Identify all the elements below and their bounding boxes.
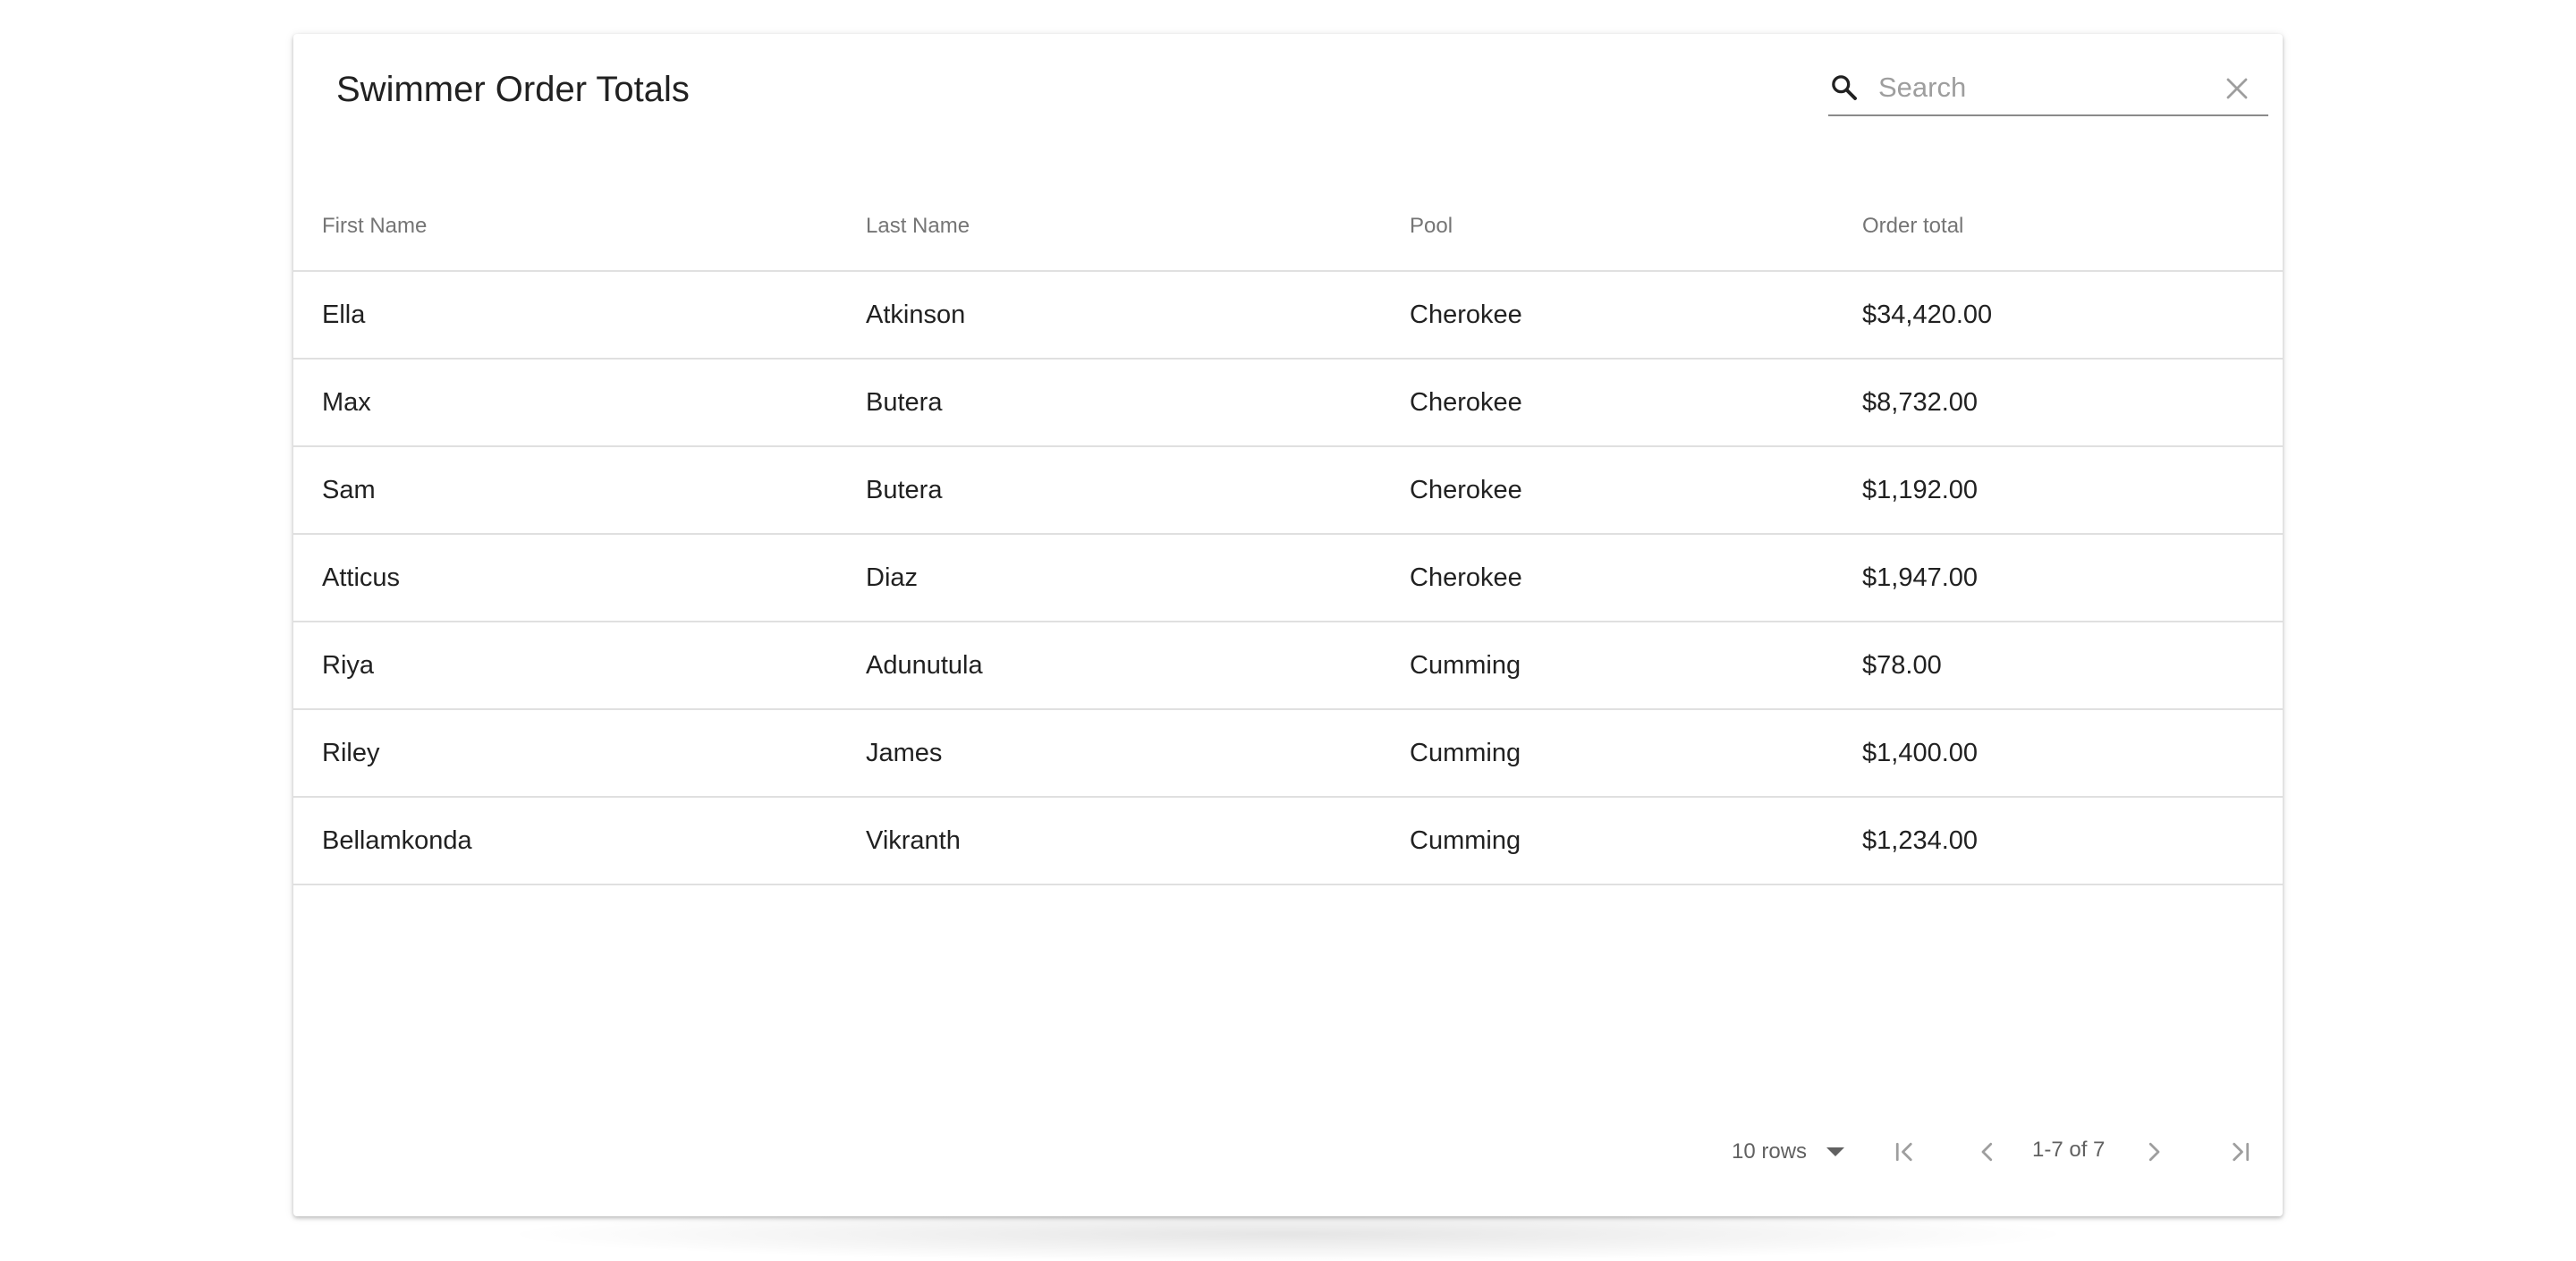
pool-cell: Cherokee [1381, 359, 1834, 447]
first-page-icon[interactable] [1887, 1134, 1923, 1170]
table-row[interactable]: Riley James Cumming $1,400.00 [293, 709, 2283, 798]
search-input[interactable] [1878, 68, 2200, 107]
pool-cell: Cherokee [1381, 271, 1834, 360]
last-name-cell: Atkinson [837, 271, 1381, 360]
rows-per-page-label: 10 rows [1732, 1139, 1808, 1164]
last-name-cell: Adunutula [837, 622, 1381, 710]
search-icon[interactable] [1828, 72, 1860, 104]
swimmer-table: First Name Last Name Pool Order total El… [293, 182, 2283, 885]
table-row[interactable]: Max Butera Cherokee $8,732.00 [293, 359, 2283, 447]
order-total-cell: $1,192.00 [1834, 446, 2283, 535]
chevron-down-icon [1826, 1147, 1845, 1156]
last-name-cell: Vikranth [837, 797, 1381, 885]
rows-per-page-select[interactable]: 10 rows [1732, 1136, 1845, 1168]
order-total-cell: $1,947.00 [1834, 534, 2283, 622]
first-name-cell: Atticus [293, 534, 837, 622]
first-name-cell: Sam [293, 446, 837, 535]
column-header-order-total[interactable]: Order total [1834, 182, 2283, 272]
last-name-cell: Butera [837, 446, 1381, 535]
order-total-cell: $78.00 [1834, 622, 2283, 710]
table-row[interactable]: Ella Atkinson Cherokee $34,420.00 [293, 271, 2283, 360]
column-header-first-name[interactable]: First Name [293, 182, 837, 272]
pagination-bar: 10 rows 1-7 of 7 [293, 1125, 2283, 1181]
last-name-cell: Butera [837, 359, 1381, 447]
order-total-cell: $1,400.00 [1834, 709, 2283, 798]
first-name-cell: Riley [293, 709, 837, 798]
table-row[interactable]: Atticus Diaz Cherokee $1,947.00 [293, 534, 2283, 622]
table-header-row: First Name Last Name Pool Order total [293, 182, 2283, 272]
table-row[interactable]: Sam Butera Cherokee $1,192.00 [293, 446, 2283, 535]
data-table-card: Swimmer Order Totals First Name Last Nam… [293, 34, 2283, 1216]
first-name-cell: Ella [293, 271, 837, 360]
first-name-cell: Bellamkonda [293, 797, 837, 885]
first-name-cell: Max [293, 359, 837, 447]
pool-cell: Cherokee [1381, 446, 1834, 535]
pool-cell: Cherokee [1381, 534, 1834, 622]
last-name-cell: James [837, 709, 1381, 798]
last-name-cell: Diaz [837, 534, 1381, 622]
column-header-pool[interactable]: Pool [1381, 182, 1834, 272]
last-page-icon[interactable] [2222, 1134, 2258, 1170]
pool-cell: Cumming [1381, 797, 1834, 885]
table-row[interactable]: Bellamkonda Vikranth Cumming $1,234.00 [293, 797, 2283, 885]
search-field [1828, 61, 2268, 116]
pool-cell: Cumming [1381, 622, 1834, 710]
column-header-last-name[interactable]: Last Name [837, 182, 1381, 272]
first-name-cell: Riya [293, 622, 837, 710]
order-total-cell: $34,420.00 [1834, 271, 2283, 360]
order-total-cell: $8,732.00 [1834, 359, 2283, 447]
table-row[interactable]: Riya Adunutula Cumming $78.00 [293, 622, 2283, 710]
pool-cell: Cumming [1381, 709, 1834, 798]
order-total-cell: $1,234.00 [1834, 797, 2283, 885]
table-title: Swimmer Order Totals [336, 70, 690, 109]
pagination-range: 1-7 of 7 [2032, 1138, 2106, 1162]
next-page-icon[interactable] [2136, 1134, 2172, 1170]
close-icon[interactable] [2224, 75, 2250, 102]
previous-page-icon[interactable] [1970, 1134, 2005, 1170]
